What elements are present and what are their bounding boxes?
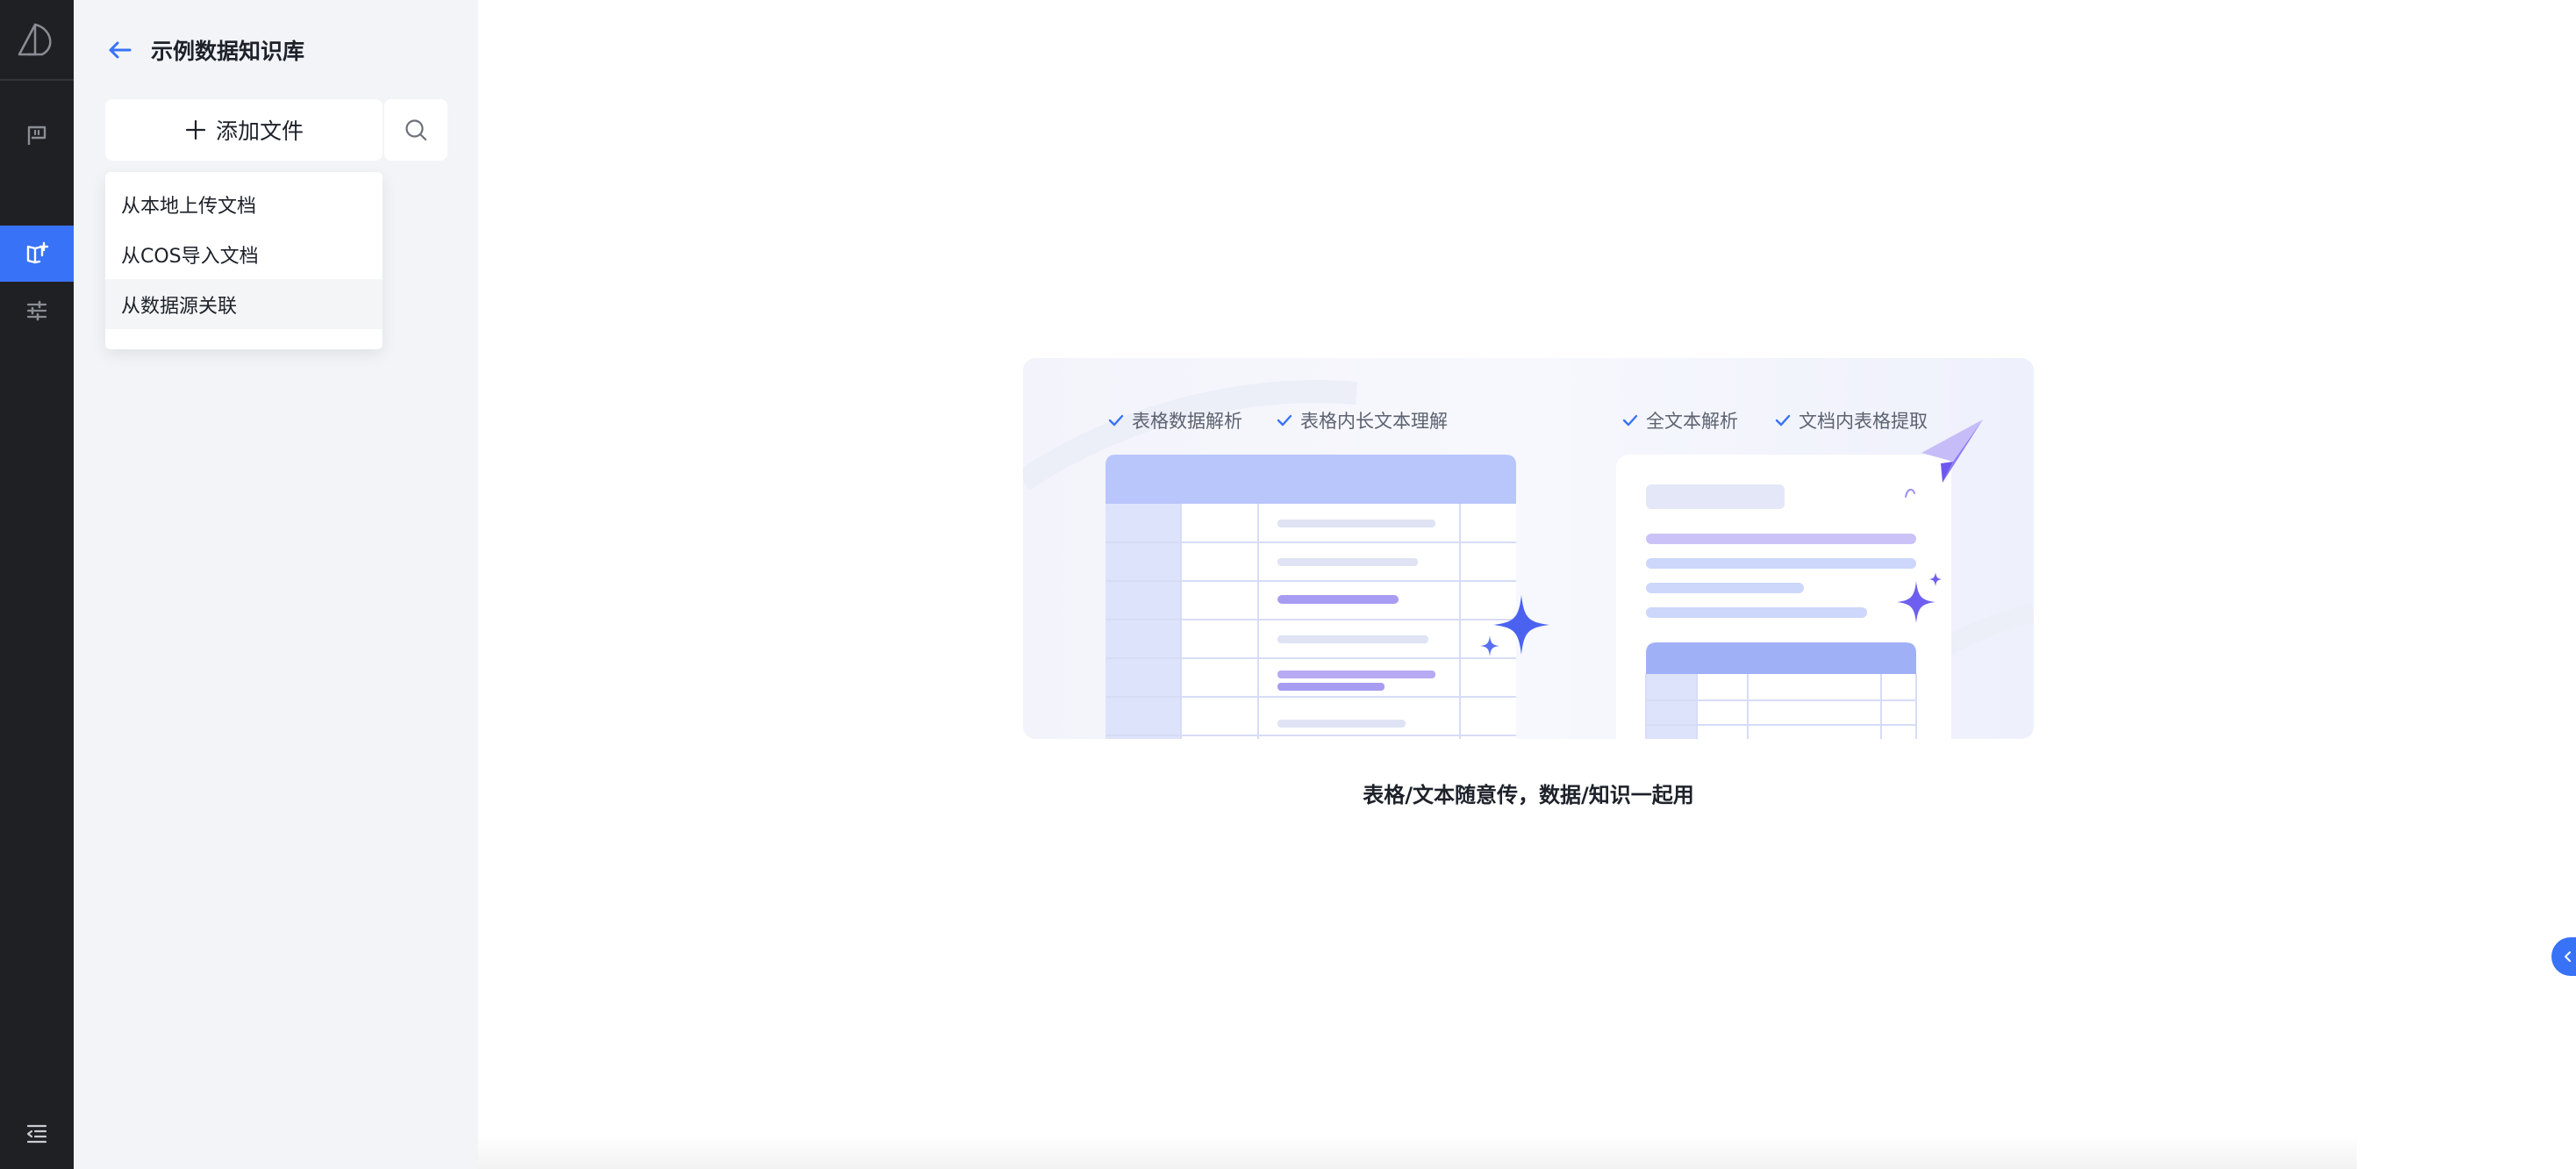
add-file-button[interactable]: 添加文件 bbox=[105, 99, 383, 161]
feature-label: 全文本解析 bbox=[1646, 411, 1738, 432]
knowledge-book-icon bbox=[26, 241, 49, 264]
rail-item-chat[interactable] bbox=[0, 107, 74, 163]
feature-label: 表格数据解析 bbox=[1132, 411, 1242, 432]
brand-logo-icon[interactable] bbox=[16, 21, 58, 58]
feature-table-longtext: 表格内长文本理解 bbox=[1276, 407, 1448, 434]
chevron-left-icon bbox=[2565, 951, 2571, 962]
chat-flag-icon bbox=[27, 126, 47, 145]
feature-doc-table-extract: 文档内表格提取 bbox=[1774, 407, 1928, 434]
add-file-dropdown: 从本地上传文档 从COS导入文档 从数据源关联 bbox=[105, 172, 383, 349]
dropdown-item-import-cos[interactable]: 从COS导入文档 bbox=[105, 229, 383, 279]
dropdown-item-link-datasource[interactable]: 从数据源关联 bbox=[105, 279, 383, 329]
rail-divider bbox=[0, 79, 74, 81]
dropdown-item-upload-local[interactable]: 从本地上传文档 bbox=[105, 179, 383, 229]
icon-rail bbox=[0, 0, 74, 1169]
check-icon bbox=[1622, 414, 1638, 427]
check-icon bbox=[1277, 414, 1292, 427]
back-arrow-icon[interactable] bbox=[105, 35, 135, 65]
search-button[interactable] bbox=[384, 99, 447, 161]
feature-label: 文档内表格提取 bbox=[1799, 411, 1928, 432]
bottom-shadow bbox=[478, 1134, 2357, 1169]
feature-fulltext-parse: 全文本解析 bbox=[1621, 407, 1738, 434]
page-title: 示例数据知识库 bbox=[151, 39, 305, 64]
empty-state-illustration: 表格数据解析 表格内长文本理解 全文本解析 文档内表格提取 bbox=[1023, 358, 2034, 739]
check-icon bbox=[1775, 414, 1791, 427]
add-file-label: 添加文件 bbox=[215, 118, 304, 144]
rail-item-collapse[interactable] bbox=[0, 1106, 74, 1162]
check-icon bbox=[1108, 414, 1124, 427]
feature-table-parse: 表格数据解析 bbox=[1107, 407, 1242, 434]
rail-item-knowledge[interactable] bbox=[0, 226, 74, 282]
sliders-icon bbox=[26, 300, 47, 321]
feature-label: 表格内长文本理解 bbox=[1300, 411, 1448, 432]
panel-header: 示例数据知识库 bbox=[105, 32, 304, 68]
knowledge-panel: 示例数据知识库 添加文件 从本地上传文档 从COS导入文档 从数据源关联 bbox=[74, 0, 478, 1169]
menu-collapse-icon bbox=[26, 1124, 47, 1144]
rail-item-tune[interactable] bbox=[0, 283, 74, 339]
plus-icon bbox=[185, 119, 206, 140]
empty-state-tagline: 表格/文本随意传，数据/知识一起用 bbox=[1363, 783, 1694, 807]
search-icon bbox=[405, 119, 427, 141]
